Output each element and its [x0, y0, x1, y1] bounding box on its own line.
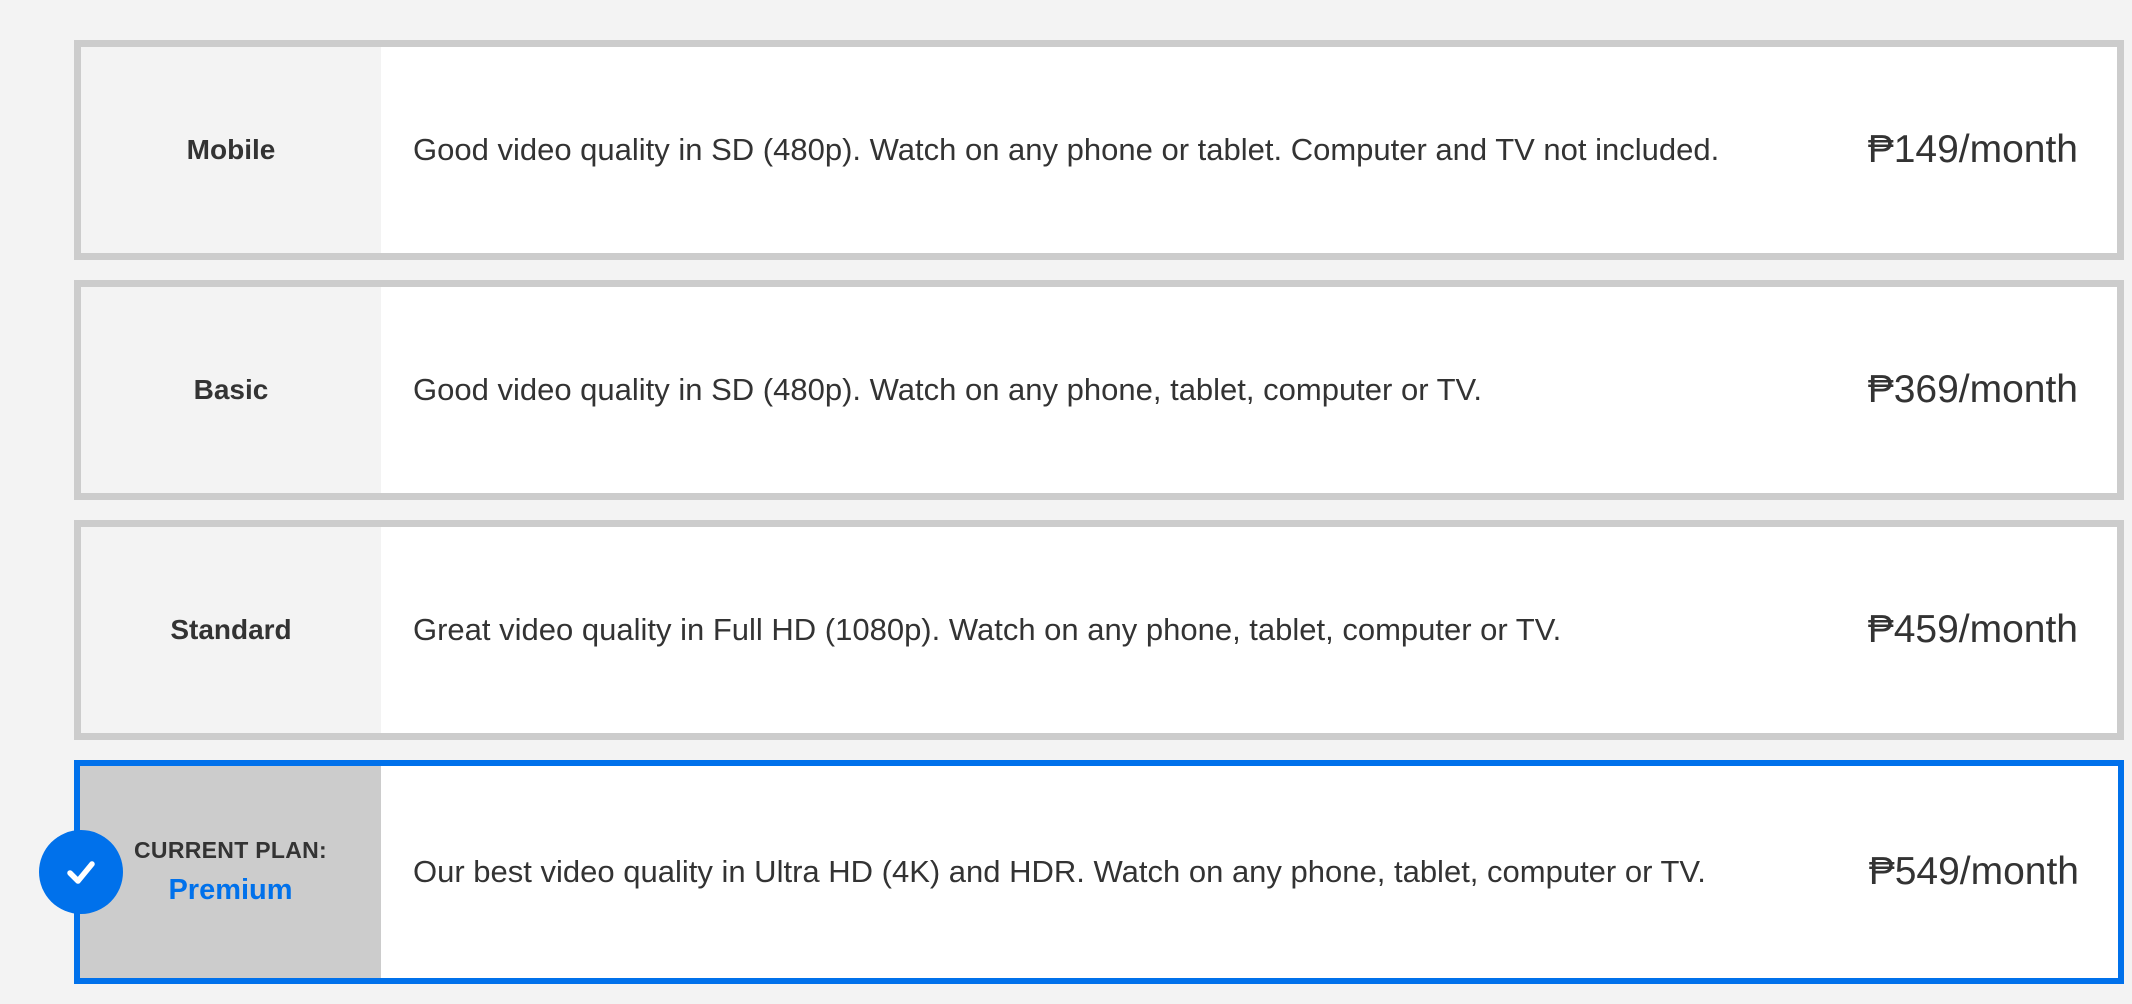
plan-name-cell: Basic	[81, 287, 381, 493]
plan-price: ₱549/month	[1868, 850, 2079, 893]
plan-price: ₱369/month	[1867, 368, 2078, 411]
plan-name: Premium	[168, 874, 293, 906]
plan-name-cell: Mobile	[81, 47, 381, 253]
plan-name: Standard	[170, 614, 292, 645]
plan-name: Basic	[193, 374, 269, 405]
plan-description: Good video quality in SD (480p). Watch o…	[413, 372, 1482, 407]
plan-description: Great video quality in Full HD (1080p). …	[413, 612, 1562, 647]
selected-check-badge	[39, 830, 123, 914]
plan-price: ₱149/month	[1867, 128, 2078, 171]
plan-list: Mobile Good video quality in SD (480p). …	[39, 40, 2124, 1004]
plan-option-basic[interactable]: Basic Good video quality in SD (480p). W…	[74, 280, 2124, 500]
plan-description: Good video quality in SD (480p). Watch o…	[413, 132, 1720, 167]
plan-description: Our best video quality in Ultra HD (4K) …	[413, 854, 1706, 889]
checkmark-icon	[67, 861, 95, 884]
plan-option-mobile[interactable]: Mobile Good video quality in SD (480p). …	[74, 40, 2124, 260]
plan-name-cell: CURRENT PLAN: Premium	[80, 766, 381, 978]
current-plan-label: CURRENT PLAN:	[134, 837, 327, 863]
plan-option-premium[interactable]: CURRENT PLAN: Premium Our best video qua…	[39, 760, 2124, 984]
plan-price: ₱459/month	[1867, 608, 2078, 651]
plan-option-standard[interactable]: Standard Great video quality in Full HD …	[74, 520, 2124, 740]
plan-name-cell: Standard	[81, 527, 381, 733]
plan-name: Mobile	[186, 134, 276, 165]
